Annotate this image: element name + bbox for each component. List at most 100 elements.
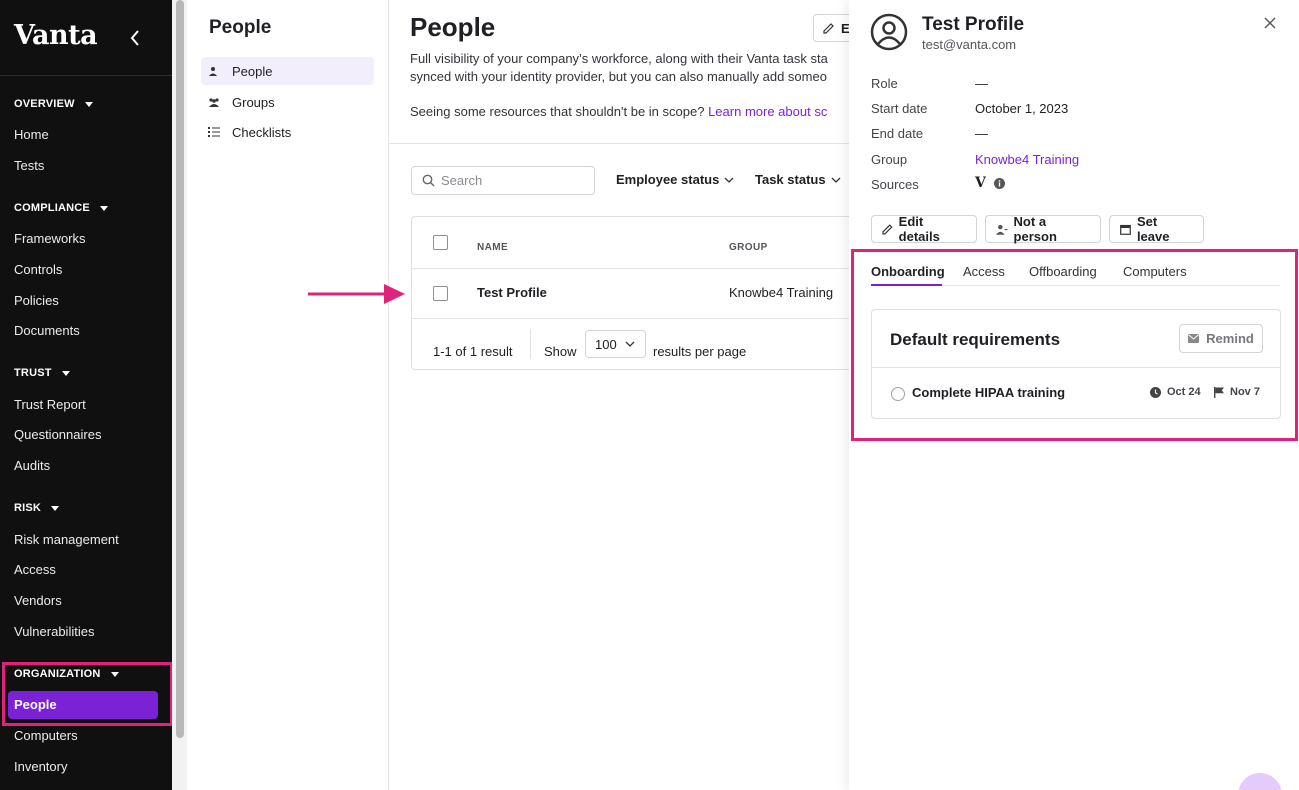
scope-learn-more-link[interactable]: Learn more about sc [708,104,827,119]
caret-down-icon [84,101,93,107]
description-line-1: Full visibility of your company’s workfo… [410,51,828,66]
row-name[interactable]: Test Profile [477,285,547,300]
main-divider [389,143,849,144]
person-email: test@vanta.com [922,37,1017,52]
edit-details-label: Edit details [898,214,940,244]
end-date-label: End date [871,126,924,141]
vanta-logo[interactable]: Vanta [14,20,98,51]
start-date-value: October 1, 2023 [975,101,1069,116]
groups-icon [209,98,219,107]
employee-status-filter[interactable]: Employee status [616,172,734,187]
page-title: People [410,12,496,42]
sidebar-item-tests[interactable]: Tests [14,158,44,173]
subnav-item-label: Checklists [232,124,292,140]
search-input[interactable]: Search [411,166,595,195]
row-divider [412,268,862,269]
people-subnav: People People Groups Checklists [187,0,389,790]
row-checkbox[interactable] [433,286,448,301]
sidebar-item-documents[interactable]: Documents [14,323,80,338]
row-divider [412,318,862,319]
sidebar-divider [0,75,172,76]
chevron-down-icon [831,177,841,183]
people-table: NAME GROUP Test Profile Knowbe4 Training… [411,216,862,370]
sidebar-item-inventory[interactable]: Inventory [14,759,67,774]
calendar-icon [1120,224,1131,235]
vanta-source-icon: V [975,175,986,191]
per-page-value: 100 [595,336,617,352]
group-link[interactable]: Knowbe4 Training [975,152,1079,167]
section-risk-label: RISK [14,502,42,514]
people-main: People E Full visibility of your company… [389,0,862,790]
column-header-name[interactable]: NAME [477,242,508,253]
sidebar-item-home[interactable]: Home [14,127,49,142]
checklist-icon [208,127,220,137]
highlight-onboarding-box [851,249,1298,441]
pencil-icon [823,23,834,34]
search-placeholder: Search [441,173,483,188]
sidebar-item-vendors[interactable]: Vendors [14,593,62,608]
people-icon [209,67,217,76]
not-a-person-button[interactable]: Not a person [985,214,1101,244]
sidebar-scrollbar-thumb[interactable] [176,0,184,738]
set-leave-button[interactable]: Set leave [1109,214,1204,244]
filter-label: Employee status [616,172,720,187]
pencil-icon [882,223,893,234]
subnav-item-people[interactable]: People [201,57,374,85]
sidebar-item-risk-management[interactable]: Risk management [14,532,119,547]
person-remove-icon [996,224,1008,235]
sidebar-item-controls[interactable]: Controls [14,262,62,277]
sidebar-item-frameworks[interactable]: Frameworks [14,231,86,246]
sidebar-item-audits[interactable]: Audits [14,458,50,473]
page-description: Full visibility of your company’s workfo… [410,50,855,86]
subnav-item-checklists[interactable]: Checklists [201,118,374,146]
select-all-checkbox[interactable] [433,235,448,250]
subnav-title: People [209,17,272,38]
sidebar-item-trust-report[interactable]: Trust Report [14,397,86,412]
section-compliance[interactable]: COMPLIANCE [14,202,108,214]
info-icon[interactable] [994,178,1005,189]
section-trust-label: TRUST [14,367,52,379]
chevron-down-icon [625,341,635,347]
caret-down-icon [99,205,108,211]
subnav-item-groups[interactable]: Groups [201,88,374,116]
column-header-group[interactable]: GROUP [729,242,768,253]
scope-text: Seeing some resources that shouldn't be … [410,104,705,119]
filter-label: Task status [755,172,826,187]
section-trust[interactable]: TRUST [14,367,70,379]
sidebar-item-vulnerabilities[interactable]: Vulnerabilities [14,624,94,639]
show-label: Show [544,344,577,359]
section-risk[interactable]: RISK [14,502,60,514]
highlight-organization-box [2,662,173,726]
result-count: 1-1 of 1 result [433,344,513,359]
chevron-down-icon [724,177,734,183]
scope-note: Seeing some resources that shouldn't be … [410,104,827,119]
annotation-arrow-icon [308,284,405,304]
section-compliance-label: COMPLIANCE [14,202,90,214]
edit-button[interactable]: E [813,14,853,42]
sidebar-item-policies[interactable]: Policies [14,293,59,308]
row-group: Knowbe4 Training [729,285,834,300]
end-date-value: — [975,126,988,141]
sidebar-item-questionnaires[interactable]: Questionnaires [14,427,101,442]
section-overview[interactable]: OVERVIEW [14,98,93,110]
not-a-person-label: Not a person [1013,214,1057,244]
per-page-select[interactable]: 100 [585,330,646,358]
subnav-item-label: People [232,63,273,79]
role-label: Role [871,76,898,91]
avatar-icon [870,13,908,51]
sidebar-item-computers[interactable]: Computers [14,728,78,743]
edit-details-button[interactable]: Edit details [871,214,977,244]
close-icon[interactable] [1264,17,1276,29]
collapse-sidebar-icon[interactable] [128,28,142,48]
task-status-filter[interactable]: Task status [755,172,841,187]
search-icon [422,174,435,187]
group-label: Group [871,152,908,167]
description-line-2: synced with your identity provider, but … [410,69,827,84]
role-value: — [975,76,988,91]
per-page-suffix: results per page [653,344,747,359]
caret-down-icon [61,370,70,376]
person-name: Test Profile [922,14,1025,35]
pager-separator [530,329,531,359]
sidebar-item-access[interactable]: Access [14,562,56,577]
subnav-item-label: Groups [232,94,275,110]
